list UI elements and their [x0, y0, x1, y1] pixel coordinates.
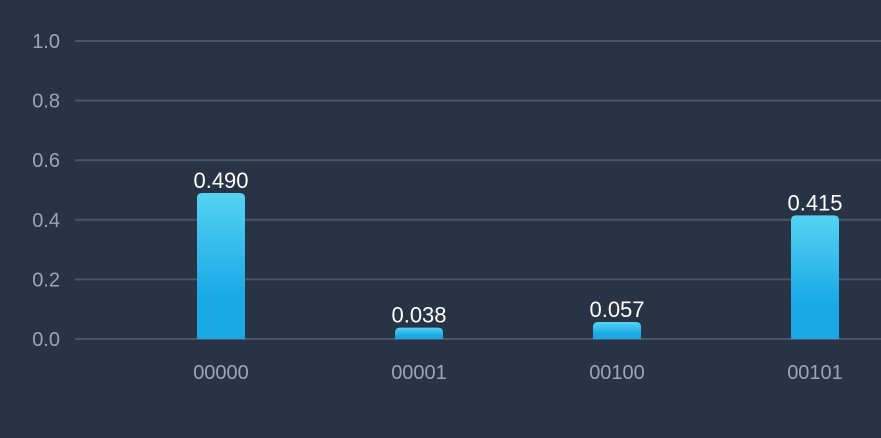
y-tick-label: 0.2 — [32, 269, 60, 291]
bar-value-label: 0.490 — [193, 168, 248, 193]
y-tick-label: 0.0 — [32, 329, 60, 351]
x-axis-ticks: 00000 00001 00100 00101 — [193, 362, 843, 384]
bar-value-label: 0.415 — [787, 190, 842, 215]
bar-00001 — [395, 327, 443, 339]
bar-00000 — [197, 192, 245, 339]
bar-00101 — [791, 215, 839, 339]
y-tick-label: 0.8 — [32, 91, 60, 113]
y-tick-label: 0.6 — [32, 150, 60, 172]
x-tick-label: 00100 — [589, 362, 645, 384]
bar-00100 — [593, 322, 641, 339]
y-tick-label: 1.0 — [32, 31, 60, 53]
x-tick-label: 00101 — [787, 362, 843, 384]
x-tick-label: 00000 — [193, 362, 249, 384]
value-labels: 0.490 0.038 0.057 0.415 — [193, 168, 842, 328]
chart-canvas: 0.00.20.40.60.81.0 0.4900.038 0.0570.415 … — [32, 31, 881, 384]
bar-value-label: 0.057 — [589, 297, 644, 322]
bars — [197, 192, 839, 339]
y-axis-ticks: 0.0 0.2 0.4 0.6 0.8 1.0 — [32, 31, 60, 351]
bar-chart: 0.0 0.2 0.4 0.6 0.8 1.0 0.490 0.038 0.057 0.415 … — [0, 0, 881, 438]
x-tick-label: 00001 — [391, 362, 447, 384]
bar-value-label: 0.038 — [391, 303, 446, 328]
y-tick-label: 0.4 — [32, 210, 60, 232]
